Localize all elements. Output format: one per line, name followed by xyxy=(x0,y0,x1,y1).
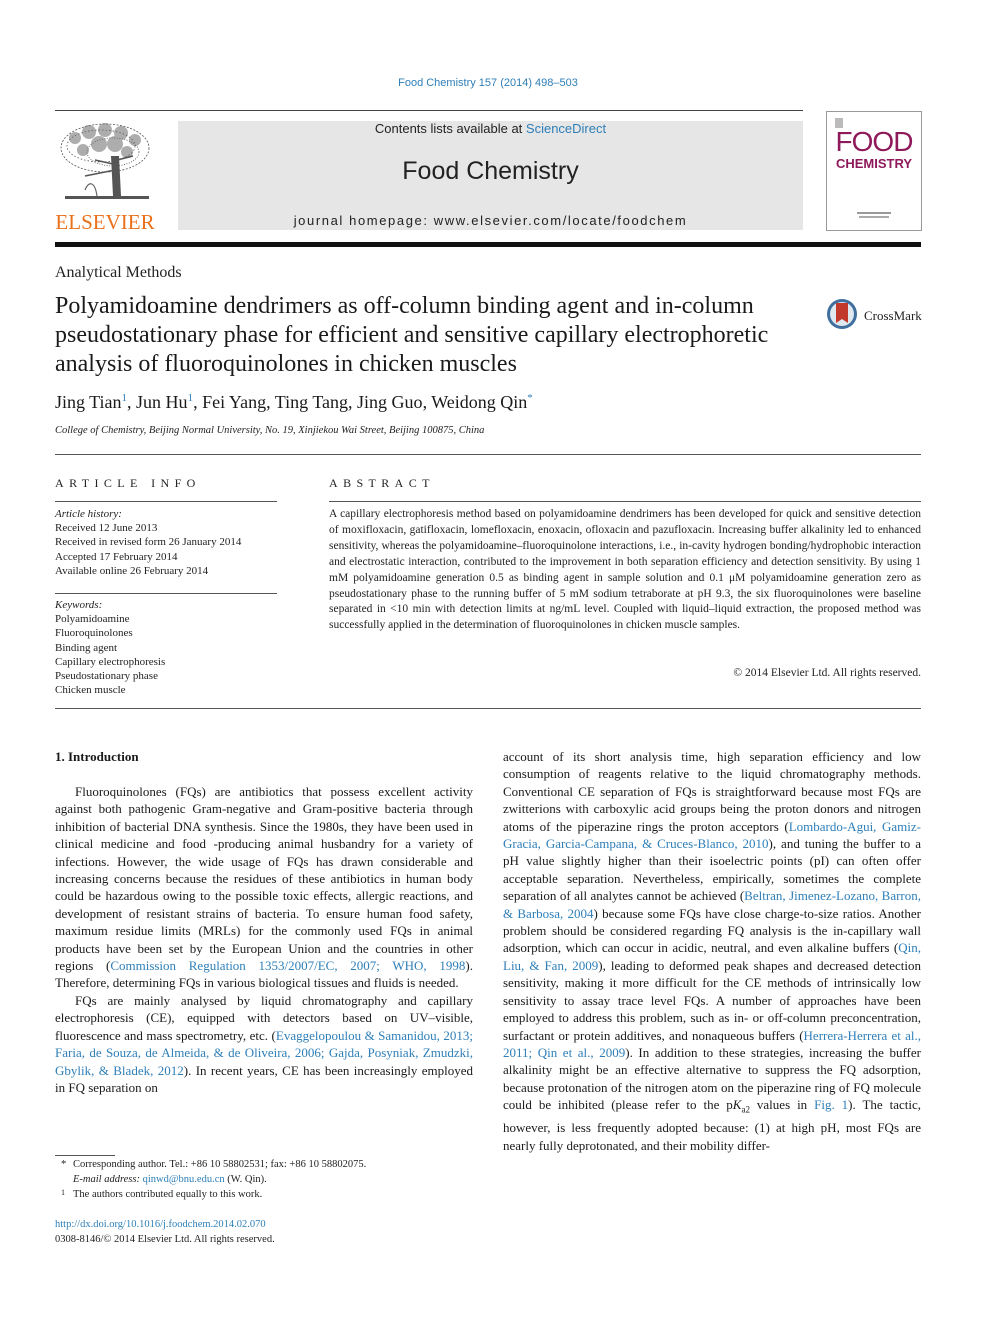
paragraph-text: Fluoroquinolones (FQs) are antibiotics t… xyxy=(55,784,473,974)
author-name[interactable]: Jing Tian xyxy=(55,392,122,412)
pka-subscript: a2 xyxy=(741,1104,750,1115)
article-info-rule xyxy=(55,501,277,502)
keyword-item: Chicken muscle xyxy=(55,684,126,697)
history-item: Available online 26 February 2014 xyxy=(55,564,209,577)
journal-masthead: Contents lists available at ScienceDirec… xyxy=(178,121,803,230)
keyword-item: Fluoroquinolones xyxy=(55,627,133,640)
header-top-rule xyxy=(55,110,803,111)
author-name[interactable]: Ting Tang xyxy=(275,392,348,412)
history-item: Received 12 June 2013 xyxy=(55,522,158,535)
elsevier-tree-icon xyxy=(55,120,155,208)
cover-footer-line xyxy=(857,212,891,214)
email-label: E-mail address: xyxy=(73,1174,140,1185)
journal-reference-link[interactable]: Food Chemistry 157 (2014) 498–503 xyxy=(0,77,976,89)
keyword-item: Pseudostationary phase xyxy=(55,670,158,683)
abstract-heading: ABSTRACT xyxy=(329,476,435,490)
keyword-item: Binding agent xyxy=(55,641,118,654)
paragraph: FQs are mainly analysed by liquid chroma… xyxy=(55,992,473,1096)
article-info-heading: ARTICLE INFO xyxy=(55,476,201,490)
email-footnote: E-mail address: qinwd@bnu.edu.cn (W. Qin… xyxy=(55,1172,475,1187)
footnote-text: The authors contributed equally to this … xyxy=(73,1189,263,1200)
abstract-rule xyxy=(329,501,921,502)
figure-link[interactable]: Fig. 1 xyxy=(814,1097,848,1112)
affiliation-rule xyxy=(55,454,921,455)
email-suffix: (W. Qin). xyxy=(224,1174,267,1185)
crossmark-label: CrossMark xyxy=(864,308,922,323)
author-footnote-mark[interactable]: 1 xyxy=(188,392,194,404)
article-section-label: Analytical Methods xyxy=(55,264,182,281)
contents-line: Contents lists available at ScienceDirec… xyxy=(178,121,803,136)
author-list: Jing Tian1, Jun Hu1, Fei Yang, Ting Tang… xyxy=(55,392,533,412)
author-name[interactable]: Fei Yang xyxy=(202,392,266,412)
cover-footer-line xyxy=(859,216,889,218)
footnote-rule xyxy=(55,1155,115,1156)
footnotes: * Corresponding author. Tel.: +86 10 588… xyxy=(55,1157,475,1202)
body-column-right: account of its short analysis time, high… xyxy=(503,748,921,1154)
body-column-left: Fluoroquinolones (FQs) are antibiotics t… xyxy=(55,783,473,1096)
keywords-list: Keywords: Polyamidoamine Fluoroquinolone… xyxy=(55,598,165,697)
front-matter-rule xyxy=(55,708,921,709)
abstract-copyright: © 2014 Elsevier Ltd. All rights reserved… xyxy=(733,667,921,679)
footnote-text: Corresponding author. Tel.: +86 10 58802… xyxy=(73,1159,367,1170)
equal-contribution-footnote: 1 The authors contributed equally to thi… xyxy=(55,1187,475,1202)
article-history: Article history: Received 12 June 2013 R… xyxy=(55,507,241,578)
contents-prefix: Contents lists available at xyxy=(374,121,526,136)
elsevier-logo[interactable]: ELSEVIER xyxy=(55,120,155,234)
doi-block: http://dx.doi.org/10.1016/j.foodchem.201… xyxy=(55,1217,275,1247)
introduction-heading: 1. Introduction xyxy=(55,749,139,764)
article-history-label: Article history: xyxy=(55,508,122,520)
article-title: Polyamidoamine dendrimers as off-column … xyxy=(55,293,769,377)
author-name[interactable]: Weidong Qin xyxy=(431,392,527,412)
keyword-item: Capillary electrophoresis xyxy=(55,655,166,668)
author-name[interactable]: Jun Hu xyxy=(136,392,188,412)
elsevier-wordmark: ELSEVIER xyxy=(55,210,155,234)
keyword-item: Polyamidoamine xyxy=(55,613,130,626)
author-affiliation: College of Chemistry, Beijing Normal Uni… xyxy=(55,425,485,436)
abstract-text: A capillary electrophoresis method based… xyxy=(329,508,921,632)
crossmark-button[interactable]: CrossMark xyxy=(826,298,926,334)
paragraph-text: values in xyxy=(749,1097,815,1113)
sciencedirect-link[interactable]: ScienceDirect xyxy=(526,121,606,136)
doi-link[interactable]: http://dx.doi.org/10.1016/j.foodchem.201… xyxy=(55,1217,275,1232)
history-item: Received in revised form 26 January 2014 xyxy=(55,536,242,549)
footnote-mark: 1 xyxy=(61,1188,65,1197)
corresponding-author-footnote: * Corresponding author. Tel.: +86 10 588… xyxy=(55,1157,475,1172)
cover-title-chemistry: CHEMISTRY xyxy=(835,156,913,171)
history-item: Accepted 17 February 2014 xyxy=(55,550,178,563)
author-footnote-mark[interactable]: 1 xyxy=(122,392,128,404)
corresponding-author-mark[interactable]: * xyxy=(527,392,533,404)
keywords-label: Keywords: xyxy=(55,599,103,611)
issn-copyright: 0308-8146/© 2014 Elsevier Ltd. All right… xyxy=(55,1234,275,1245)
cover-title-food: FOOD xyxy=(835,126,914,157)
journal-cover-thumbnail[interactable]: FOOD CHEMISTRY xyxy=(826,111,922,231)
journal-homepage-link[interactable]: journal homepage: www.elsevier.com/locat… xyxy=(178,213,803,228)
header-thick-rule xyxy=(55,242,921,247)
author-name[interactable]: Jing Guo xyxy=(357,392,423,412)
email-link[interactable]: qinwd@bnu.edu.cn xyxy=(143,1174,225,1185)
crossmark-icon xyxy=(827,299,857,329)
paragraph: account of its short analysis time, high… xyxy=(503,748,921,1154)
journal-title: Food Chemistry xyxy=(402,157,579,185)
paragraph: Fluoroquinolones (FQs) are antibiotics t… xyxy=(55,783,473,992)
citation-link[interactable]: Commission Regulation 1353/2007/EC, 2007… xyxy=(110,958,465,973)
footnote-mark: * xyxy=(61,1159,67,1170)
keywords-rule xyxy=(55,593,277,594)
